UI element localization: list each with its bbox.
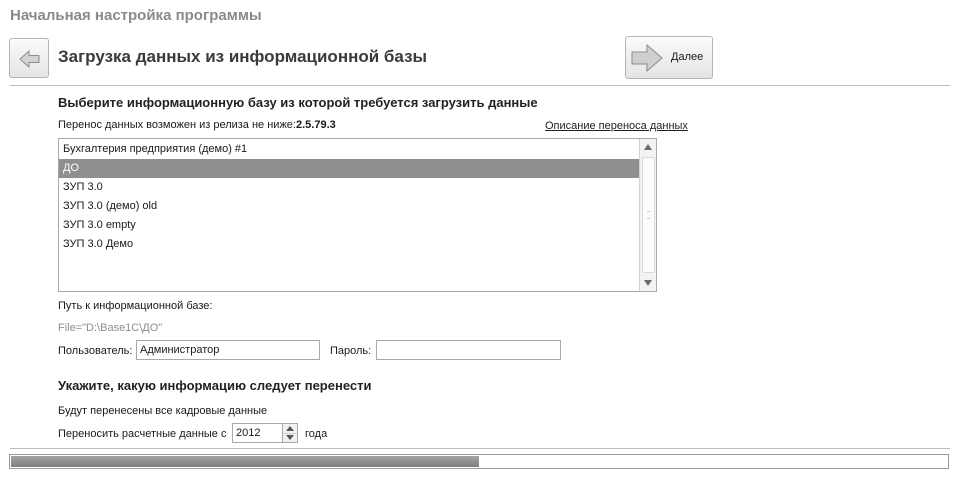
list-scrollbar[interactable] xyxy=(639,139,656,291)
progress-bar xyxy=(9,454,949,469)
year-decrement-button[interactable] xyxy=(283,433,297,442)
staff-note: Будут перенесены все кадровые данные xyxy=(58,405,268,417)
triangle-up-icon xyxy=(644,144,652,150)
scroll-down-button[interactable] xyxy=(640,275,656,291)
step-title: Загрузка данных из информационной базы xyxy=(58,47,428,66)
user-input[interactable] xyxy=(136,340,320,360)
path-value: File="D:\Base1C\ДО" xyxy=(58,322,163,334)
footer-divider xyxy=(10,448,950,449)
next-button[interactable]: Далее xyxy=(625,36,713,79)
year-stepper-buttons[interactable] xyxy=(282,423,298,443)
triangle-down-icon xyxy=(286,435,294,440)
arrow-left-icon xyxy=(19,49,40,69)
release-version: 2.5.79.3 xyxy=(295,119,336,131)
app-title: Начальная настройка программы xyxy=(10,7,262,24)
back-button[interactable] xyxy=(9,38,49,78)
list-item[interactable]: Бухгалтерия предприятия (демо) #1 xyxy=(59,140,640,159)
release-text: Перенос данных возможен из релиза не ниж… xyxy=(58,119,296,131)
next-button-label: Далее xyxy=(671,51,704,63)
grip-icon xyxy=(647,211,650,219)
year-input[interactable] xyxy=(232,423,283,443)
list-item-selected[interactable]: ДО xyxy=(59,159,640,178)
source-heading: Выберите информационную базу из которой … xyxy=(58,95,538,110)
header-divider xyxy=(10,85,950,86)
database-list[interactable]: Бухгалтерия предприятия (демо) #1 ДО ЗУП… xyxy=(58,138,657,292)
list-item[interactable]: ЗУП 3.0 empty xyxy=(59,216,640,235)
scroll-thumb[interactable] xyxy=(642,157,655,273)
progress-fill xyxy=(11,456,479,467)
transfer-heading: Укажите, какую информацию следует перене… xyxy=(58,378,372,393)
password-label: Пароль: xyxy=(330,345,372,357)
list-item[interactable]: ЗУП 3.0 xyxy=(59,178,640,197)
arrow-right-icon xyxy=(631,43,663,73)
year-suffix: года xyxy=(305,428,328,440)
user-label: Пользователь: xyxy=(58,345,133,357)
scroll-up-button[interactable] xyxy=(640,139,656,155)
list-item[interactable]: ЗУП 3.0 Демо xyxy=(59,235,640,254)
list-item[interactable]: ЗУП 3.0 (демо) old xyxy=(59,197,640,216)
year-stepper[interactable] xyxy=(232,423,298,443)
triangle-down-icon xyxy=(644,280,652,286)
payroll-label: Переносить расчетные данные с xyxy=(58,428,227,440)
release-info: Перенос данных возможен из релиза не ниж… xyxy=(58,119,336,131)
description-link[interactable]: Описание переноса данных xyxy=(545,120,688,132)
path-label: Путь к информационной базе: xyxy=(58,300,213,312)
password-input[interactable] xyxy=(376,340,561,360)
triangle-up-icon xyxy=(286,426,294,431)
